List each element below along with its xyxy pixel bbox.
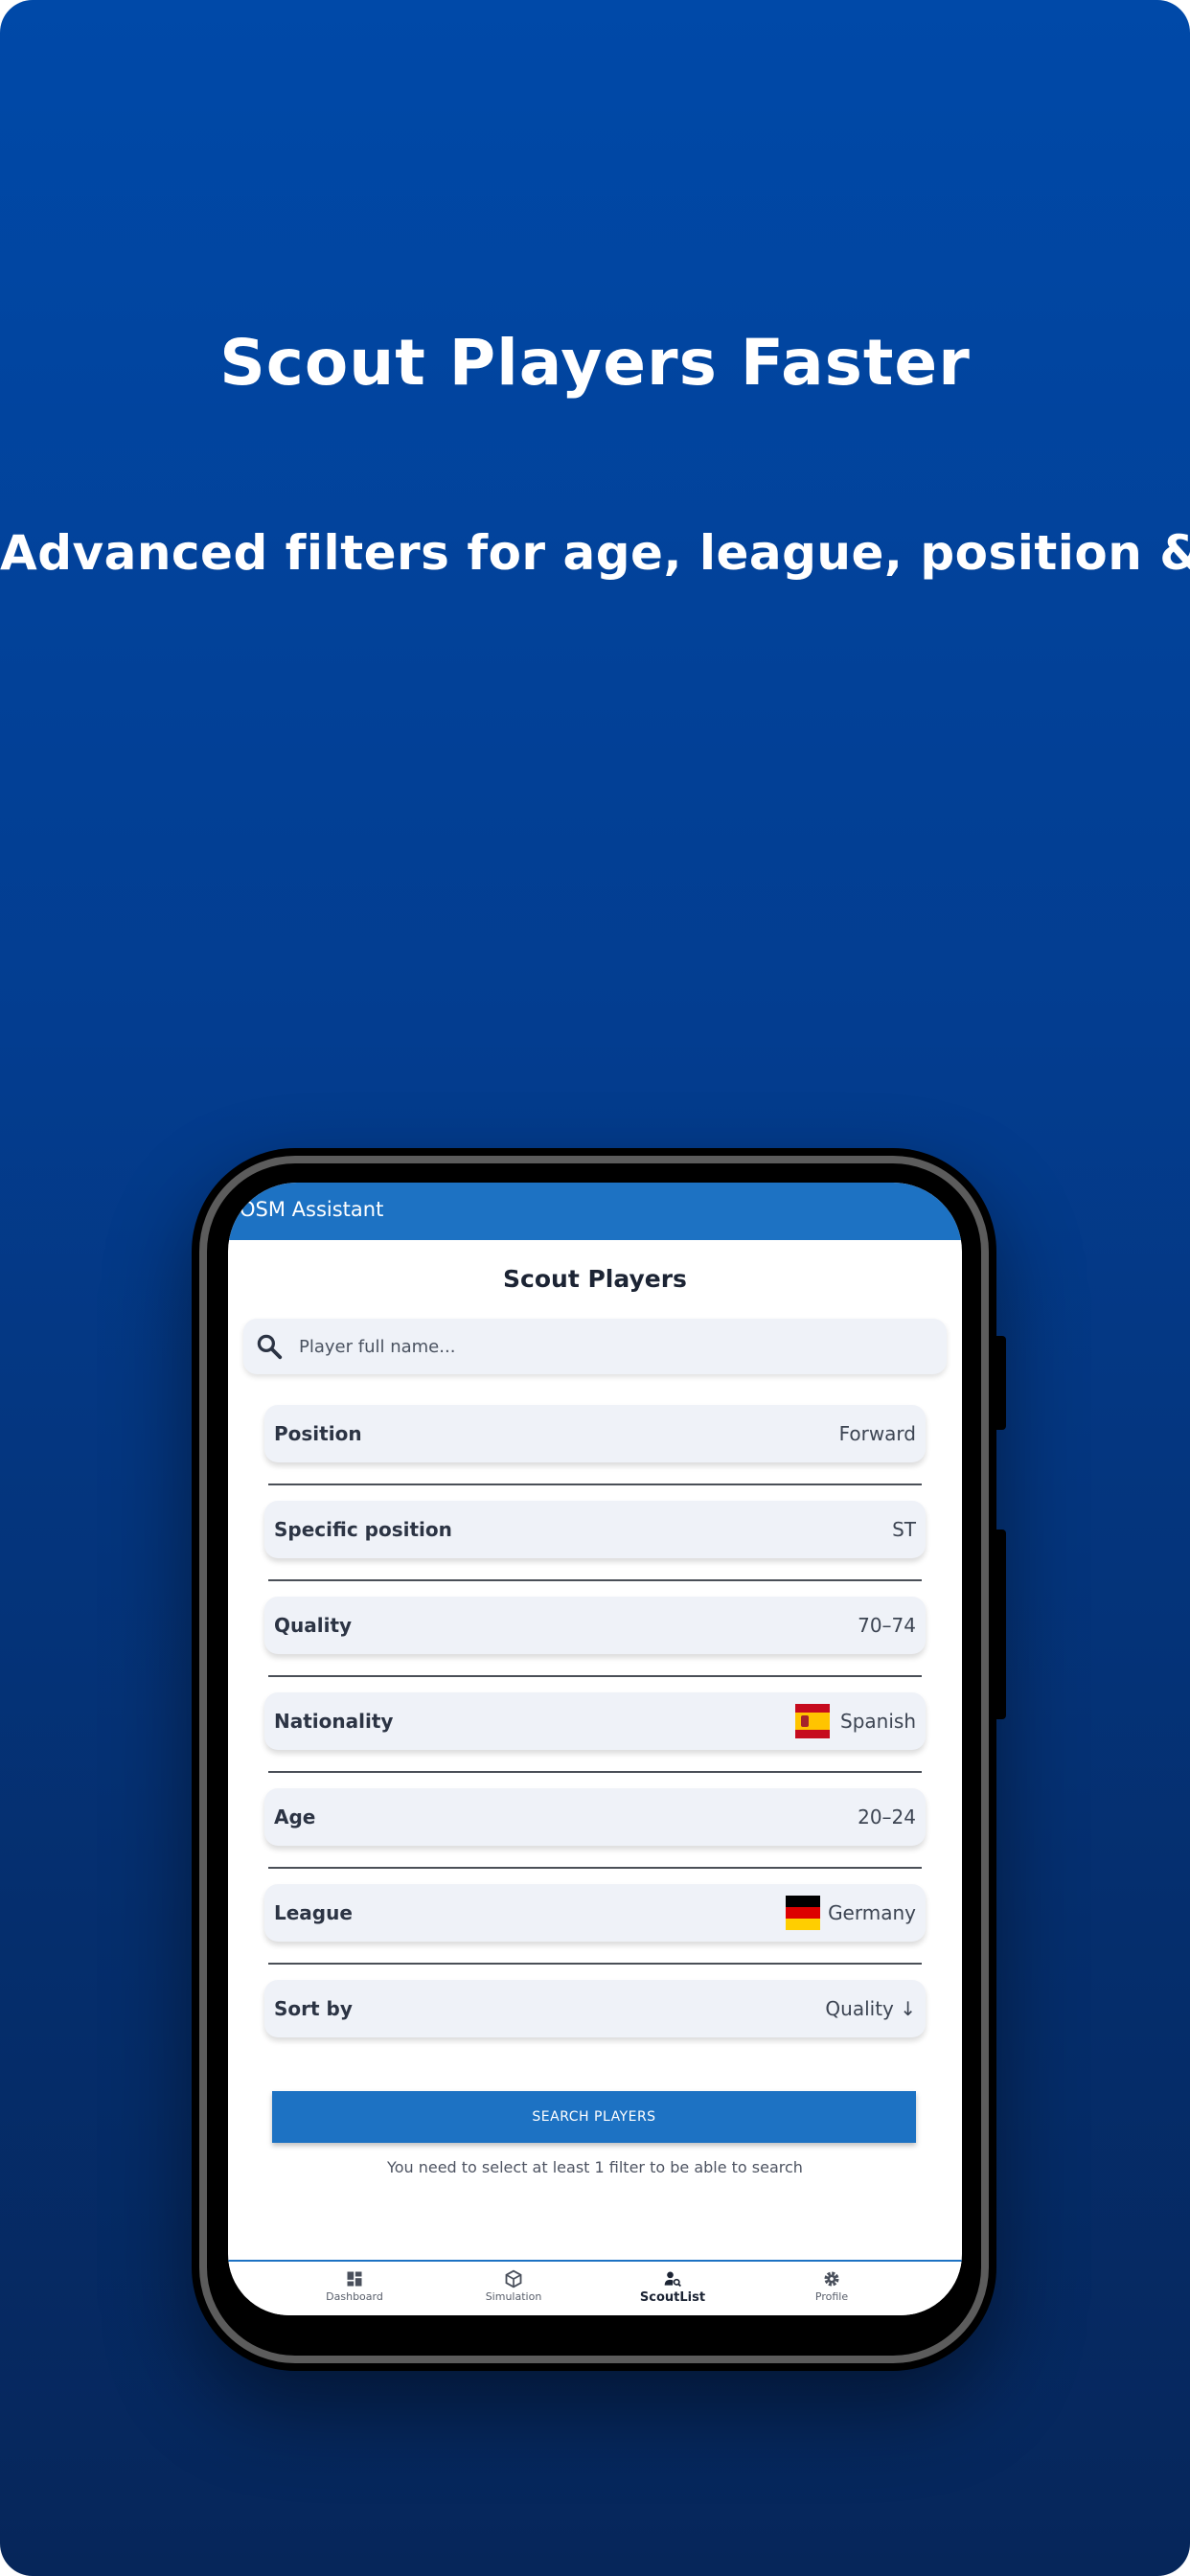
gear-icon bbox=[824, 2271, 839, 2287]
filter-nationality[interactable]: Nationality Spanish bbox=[264, 1692, 926, 1750]
divider bbox=[268, 1484, 922, 1485]
nav-label: Profile bbox=[814, 2290, 849, 2303]
dashboard-icon bbox=[347, 2271, 362, 2287]
nav-dashboard[interactable]: Dashboard bbox=[297, 2269, 412, 2303]
filter-value: 70–74 bbox=[858, 1614, 916, 1637]
search-players-button[interactable]: SEARCH PLAYERS bbox=[272, 2091, 916, 2143]
germany-flag-icon bbox=[786, 1896, 820, 1930]
phone-screen: OSM Assistant Scout Players Position For… bbox=[228, 1183, 962, 2315]
nav-simulation[interactable]: Simulation bbox=[456, 2269, 571, 2303]
filter-label: Age bbox=[274, 1806, 316, 1828]
app-bar: OSM Assistant bbox=[228, 1183, 962, 1240]
promo-page: Scout Players Faster Advanced filters fo… bbox=[0, 0, 1190, 2576]
filter-label: Specific position bbox=[274, 1518, 452, 1541]
promo-subline: Advanced filters for age, league, positi… bbox=[0, 525, 1190, 581]
bottom-navigation: Dashboard Simulation ScoutList Profile bbox=[228, 2260, 962, 2315]
filter-label: Sort by bbox=[274, 1997, 353, 2020]
filter-sort-by[interactable]: Sort by Quality ↓ bbox=[264, 1980, 926, 2037]
person-search-icon bbox=[664, 2271, 681, 2288]
phone-power-button bbox=[995, 1336, 1006, 1430]
divider bbox=[268, 1675, 922, 1677]
phone-mockup: OSM Assistant Scout Players Position For… bbox=[192, 1148, 1006, 2371]
divider bbox=[268, 1963, 922, 1965]
filter-age[interactable]: Age 20–24 bbox=[264, 1788, 926, 1846]
nav-label: ScoutList bbox=[639, 2290, 706, 2305]
filter-value: Forward bbox=[838, 1422, 916, 1445]
filter-value: Spanish bbox=[840, 1710, 916, 1733]
cube-icon bbox=[505, 2269, 522, 2288]
helper-text: You need to select at least 1 filter to … bbox=[387, 2158, 803, 2176]
filter-label: Position bbox=[274, 1422, 362, 1445]
filter-value: Germany bbox=[828, 1901, 916, 1924]
filter-position[interactable]: Position Forward bbox=[264, 1405, 926, 1462]
search-icon bbox=[257, 1334, 283, 1360]
divider bbox=[268, 1771, 922, 1773]
filter-label: Nationality bbox=[274, 1710, 394, 1733]
page-title: Scout Players bbox=[503, 1265, 687, 1293]
nav-label: Dashboard bbox=[326, 2290, 383, 2303]
phone-volume-button bbox=[995, 1530, 1006, 1719]
nav-label: Simulation bbox=[485, 2290, 542, 2303]
filter-league[interactable]: League Germany bbox=[264, 1884, 926, 1942]
filter-quality[interactable]: Quality 70–74 bbox=[264, 1597, 926, 1654]
divider bbox=[268, 1579, 922, 1581]
filter-label: League bbox=[274, 1901, 353, 1924]
nav-profile[interactable]: Profile bbox=[774, 2269, 889, 2303]
filter-value: ST bbox=[892, 1518, 916, 1541]
divider bbox=[268, 1867, 922, 1869]
app-title: OSM Assistant bbox=[240, 1198, 384, 1221]
search-input[interactable] bbox=[299, 1319, 931, 1374]
promo-headline: Scout Players Faster bbox=[219, 326, 971, 400]
spain-flag-icon bbox=[795, 1704, 830, 1738]
filter-value: Quality ↓ bbox=[825, 1997, 916, 2020]
filter-value: 20–24 bbox=[858, 1806, 916, 1828]
nav-scoutlist[interactable]: ScoutList bbox=[615, 2269, 730, 2305]
search-bar[interactable] bbox=[243, 1319, 947, 1374]
filter-specific-position[interactable]: Specific position ST bbox=[264, 1501, 926, 1558]
filter-label: Quality bbox=[274, 1614, 353, 1637]
